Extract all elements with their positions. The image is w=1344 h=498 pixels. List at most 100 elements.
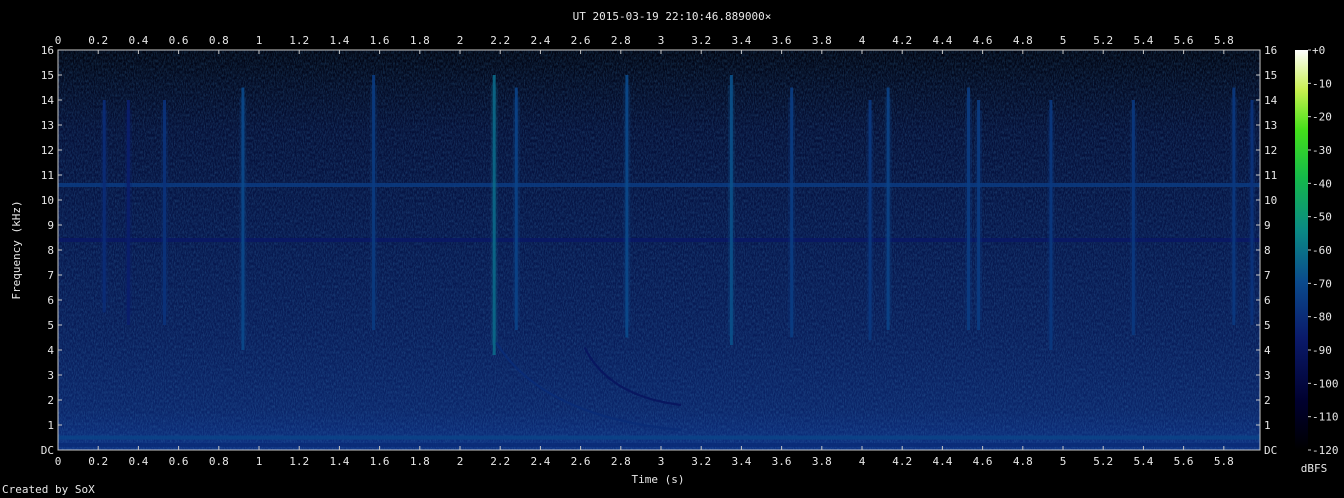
x-tick-label: 1.6: [370, 455, 390, 468]
impulse-glow: [1129, 110, 1137, 325]
x-tick-label: 0: [55, 34, 62, 47]
y-tick-label: 2: [1264, 394, 1271, 407]
colorbar-ticks: +0 -10 -20 -30 -40 -50 -60 -70 -80 -90 -100 -110 -12…: [1308, 44, 1339, 457]
y-tick-label: 11: [1264, 169, 1277, 182]
y-tick-label: 3: [1264, 369, 1271, 382]
x-tick-label: 3.4: [731, 455, 751, 468]
colorbar-tick-label: -20: [1312, 111, 1332, 124]
x-tick-label: 3.6: [772, 455, 792, 468]
x-tick-label: 1.4: [329, 455, 349, 468]
x-tick-label: 4.8: [1013, 455, 1033, 468]
y-tick-label: 16: [1264, 44, 1277, 57]
colorbar: +0 -10 -20 -30 -40 -50 -60 -70 -80 -90 -100 -110 -12…: [1295, 44, 1339, 475]
noise-texture: [58, 50, 1260, 450]
tone-line: [58, 435, 1260, 440]
colorbar-tick-label: -30: [1312, 144, 1332, 157]
x-tick-label: 4.6: [973, 34, 993, 47]
x-tick-label: 4.2: [892, 455, 912, 468]
plot-area: [57, 49, 1261, 451]
x-tick-label: 0: [55, 455, 62, 468]
impulse-glow: [124, 110, 132, 315]
x-tick-label: 1.8: [410, 34, 430, 47]
impulse-glow: [884, 97, 892, 320]
x-tick-label: 0.6: [169, 34, 189, 47]
x-tick-label: 5.6: [1174, 34, 1194, 47]
x-tick-label: 2.2: [490, 34, 510, 47]
y-tick-label: 1: [47, 419, 54, 432]
x-tick-label: 4: [859, 34, 866, 47]
impulse-glow: [1248, 110, 1256, 315]
y-tick-label: 14: [41, 94, 55, 107]
tone-line: [58, 183, 1260, 187]
impulse-glow: [512, 97, 520, 320]
colorbar-tick-label: -120: [1312, 444, 1339, 457]
y-tick-label: 9: [47, 219, 54, 232]
x-tick-label: 4.2: [892, 34, 912, 47]
colorbar-tick-label: -40: [1312, 177, 1332, 190]
x-tick-label: 3.2: [691, 455, 711, 468]
y-tick-label: DC: [41, 444, 54, 457]
x-tick-label: 2: [457, 34, 464, 47]
impulse-glow: [727, 85, 735, 335]
y-tick-label: 13: [1264, 119, 1277, 132]
y-tick-label: 8: [47, 244, 54, 257]
colorbar-tick-label: -110: [1312, 411, 1339, 424]
y-tick-label: 6: [1264, 294, 1271, 307]
x-tick-label: 0.2: [88, 34, 108, 47]
colorbar-tick-label: -80: [1312, 311, 1332, 324]
colorbar-tick-label: -10: [1312, 77, 1332, 90]
colorbar-tick-label: -70: [1312, 277, 1332, 290]
x-tick-label: 2: [457, 455, 464, 468]
x-tick-label: 2.4: [530, 455, 550, 468]
chart-title: UT 2015-03-19 22:10:46.889000×: [573, 10, 772, 23]
tone-line: [58, 238, 1260, 242]
x-tick-label: 1.8: [410, 455, 430, 468]
y-tick-label: 4: [47, 344, 54, 357]
y-tick-label: 7: [1264, 269, 1271, 282]
y-tick-label: 7: [47, 269, 54, 282]
x-tick-label: 5.6: [1174, 455, 1194, 468]
x-tick-label: 4.6: [973, 455, 993, 468]
y-tick-label: 15: [1264, 69, 1277, 82]
colorbar-tick-label: -50: [1312, 211, 1332, 224]
impulse-glow: [788, 97, 796, 328]
impulse-glow: [866, 110, 874, 330]
x-axis-label: Time (s): [632, 473, 685, 486]
y-axis-label: Frequency (kHz): [10, 200, 23, 299]
colorbar-scale: [1295, 50, 1308, 450]
x-tick-label: 5.8: [1214, 34, 1234, 47]
x-tick-label: 2.8: [611, 34, 631, 47]
y-tick-label: 6: [47, 294, 54, 307]
y-tick-label: 2: [47, 394, 54, 407]
x-tick-label: 5.4: [1133, 455, 1153, 468]
y-tick-label: 9: [1264, 219, 1271, 232]
y-tick-label: 12: [41, 144, 54, 157]
x-tick-label: 1.4: [329, 34, 349, 47]
x-tick-label: 5: [1060, 34, 1067, 47]
x-tick-label: 2.2: [490, 455, 510, 468]
x-tick-label: 4: [859, 455, 866, 468]
x-tick-label: 3.4: [731, 34, 751, 47]
y-tick-label: 10: [41, 194, 54, 207]
impulse-glow: [490, 85, 498, 345]
x-tick-label: 0.4: [128, 455, 148, 468]
impulse-glow: [239, 97, 247, 340]
colorbar-tick-label: -60: [1312, 244, 1332, 257]
x-tick-label: 1.2: [289, 455, 309, 468]
x-tick-label: 3.2: [691, 34, 711, 47]
x-tick-label: 2.6: [571, 455, 591, 468]
colorbar-tick-label: -90: [1312, 344, 1332, 357]
x-tick-label: 5.8: [1214, 455, 1234, 468]
x-tick-label: 0.8: [209, 455, 229, 468]
y-tick-label: 15: [41, 69, 54, 82]
y-tick-label: 16: [41, 44, 54, 57]
x-tick-label: 4.4: [932, 455, 952, 468]
y-tick-label: 3: [47, 369, 54, 382]
colorbar-tick-label: +0: [1312, 44, 1325, 57]
x-tick-label: 1.6: [370, 34, 390, 47]
impulse-glow: [975, 110, 983, 320]
y-tick-label: 10: [1264, 194, 1277, 207]
y-tick-label: 8: [1264, 244, 1271, 257]
colorbar-label: dBFS: [1301, 462, 1328, 475]
x-tick-label: 2.8: [611, 455, 631, 468]
